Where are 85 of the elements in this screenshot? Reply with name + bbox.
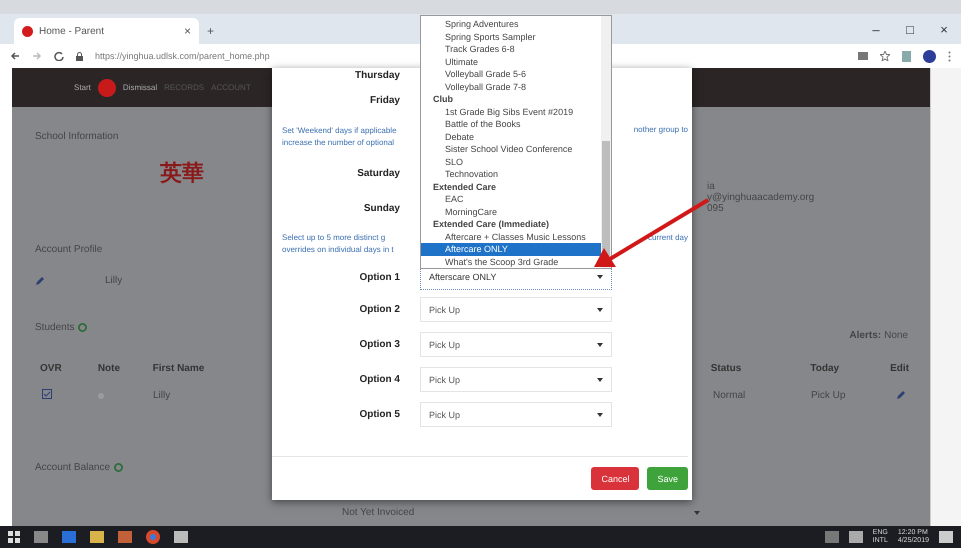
caret-icon — [694, 510, 700, 514]
dropdown-option[interactable]: Spring Adventures — [421, 18, 519, 30]
section-heading: Account Profile — [35, 244, 102, 255]
day-label: Saturday — [356, 168, 400, 179]
day-label: Thursday — [354, 70, 400, 80]
dropdown-option[interactable]: Battle of the Books — [421, 118, 521, 130]
column-header: Status — [710, 363, 742, 374]
dropdown-option[interactable]: EAC — [421, 193, 464, 206]
column-header: Edit — [890, 363, 910, 374]
alerts-label: Alerts: — [849, 330, 882, 341]
lock-icon — [76, 52, 83, 60]
contact-text: ia — [707, 181, 715, 192]
dropdown-option[interactable]: MorningCare — [421, 206, 498, 218]
column-header: First Name — [152, 363, 206, 374]
pencil-icon[interactable] — [35, 276, 45, 286]
option-label: Option 2 — [358, 304, 400, 315]
day-label: Sunday — [362, 203, 400, 214]
back-icon[interactable] — [10, 51, 20, 61]
new-tab-button[interactable]: + — [207, 24, 214, 38]
section-heading: School Information — [35, 131, 118, 142]
star-icon[interactable] — [880, 51, 890, 61]
dropdown-option[interactable]: Ultimate — [421, 56, 478, 68]
dropdown-option[interactable]: 1st Grade Big Sibs Event #2019 — [421, 106, 574, 118]
tab-title: Home - Parent — [39, 26, 106, 36]
option-label: Option 4 — [358, 374, 400, 385]
dropdown-option[interactable]: Spring Sports Sampler — [421, 30, 536, 43]
section-heading: Students — [35, 322, 74, 333]
dropdown-option[interactable]: SLO — [421, 156, 464, 168]
option-select[interactable]: Pick Up — [420, 297, 612, 322]
close-tab-button[interactable]: × — [184, 24, 191, 38]
contact-text: y@yinghuaacademy.org — [707, 192, 814, 203]
section-heading: Account Balance — [35, 462, 110, 473]
option-select[interactable]: Pick Up — [420, 332, 612, 357]
option-label: Option 1 — [358, 272, 400, 282]
more-icon[interactable] — [948, 50, 951, 62]
window-control[interactable]: × — [927, 22, 961, 36]
refresh-icon[interactable] — [114, 463, 124, 472]
dropdown-option[interactable]: Sister School Video Conference — [421, 143, 572, 156]
column-header: Today — [810, 363, 840, 374]
option-group-label: Extended Care (Immediate) — [432, 218, 550, 230]
dropdown-option[interactable]: Volleyball Grade 5-6 — [421, 68, 526, 80]
column-header: OVR — [40, 363, 63, 374]
dropdown-option[interactable]: Track Grades 6-8 — [421, 43, 515, 56]
option-label: Option 3 — [358, 339, 400, 350]
day-label: Friday — [368, 94, 400, 106]
scrollbar[interactable] — [601, 16, 611, 268]
option-group-label: Club — [432, 93, 453, 106]
pencil-icon[interactable] — [896, 390, 906, 400]
column-header: Note — [98, 363, 122, 374]
refresh-icon[interactable] — [78, 323, 88, 332]
contact-text: 095 — [707, 203, 724, 214]
checkbox[interactable] — [42, 389, 52, 399]
help-text: current day — [648, 232, 688, 244]
help-text: Select up to 5 more distinct g overrides on individual days in t — [282, 232, 394, 256]
nav-link[interactable]: Start — [74, 83, 91, 92]
table-cell-text: Pick Up — [811, 390, 846, 400]
logo-icon — [98, 78, 116, 96]
dropdown-option[interactable]: Technovation — [421, 168, 498, 180]
window-control[interactable]: □ — [893, 22, 927, 36]
dropdown-option[interactable]: Volleyball Grade 7-8 — [421, 80, 526, 93]
help-text: Set 'Weekend' days if applicable increase the number of optional — [282, 125, 397, 149]
profile-avatar[interactable] — [923, 50, 936, 62]
school-logo: 英華 — [160, 159, 204, 188]
option-select[interactable]: Pick Up — [420, 367, 612, 392]
browser-icon[interactable] — [146, 530, 160, 544]
table-cell-text: Normal — [713, 390, 746, 400]
windows-start-icon[interactable] — [8, 531, 20, 543]
dropdown-option[interactable]: Aftercare ONLY — [421, 243, 601, 256]
forward-icon[interactable] — [32, 51, 42, 61]
nav-link[interactable]: Dismissal — [122, 83, 158, 92]
favicon-icon — [22, 26, 33, 36]
dropdown-option[interactable]: Debate — [421, 130, 474, 143]
browser-tab[interactable]: Home - Parent × — [14, 18, 199, 44]
reload-icon[interactable] — [54, 51, 64, 61]
cancel-button[interactable]: Cancel — [591, 467, 640, 490]
window-control[interactable]: – — [859, 22, 893, 36]
option-select[interactable]: Pick Up — [420, 402, 612, 427]
page-scrollbar[interactable] — [930, 68, 961, 526]
option-label: Option 5 — [358, 409, 400, 420]
dropdown-option[interactable]: Aftercare + Classes Music Lessons — [421, 230, 586, 243]
profile-name: Lilly — [105, 275, 122, 286]
help-text: nother group to — [634, 124, 688, 136]
table-cell-text: Lilly — [153, 390, 172, 400]
option-group-label: Extended Care — [432, 180, 496, 193]
alerts-value: None — [884, 330, 908, 341]
